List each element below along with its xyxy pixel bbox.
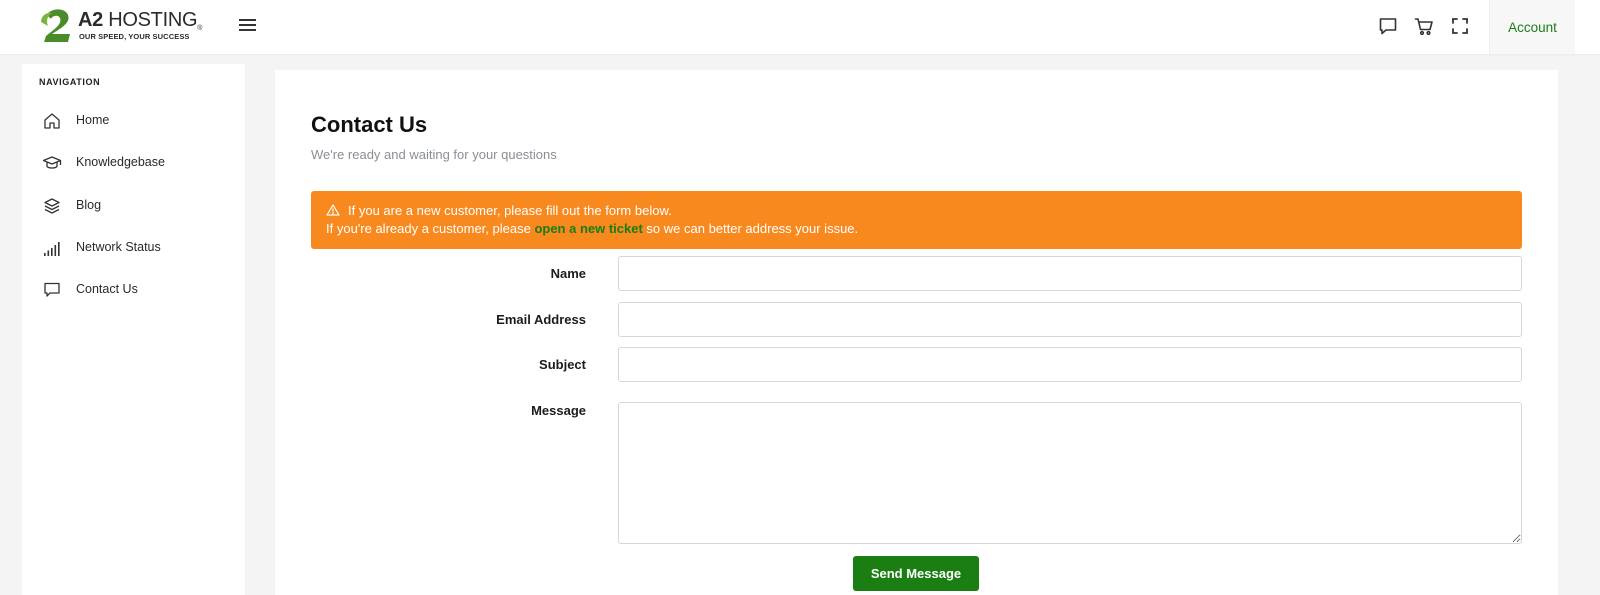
chat-icon	[42, 280, 62, 300]
email-input[interactable]	[618, 302, 1522, 337]
home-icon	[42, 111, 62, 131]
graduation-cap-icon	[42, 153, 62, 173]
brand-name: A2 HOSTING®	[78, 9, 202, 32]
page-title: Contact Us	[311, 112, 428, 137]
registered-mark: ®	[197, 25, 203, 32]
brand-logo[interactable]: A2 HOSTING® OUR SPEED, YOUR SUCCESS	[38, 6, 218, 46]
open-ticket-link[interactable]: open a new ticket	[534, 221, 642, 236]
brand-tagline: OUR SPEED, YOUR SUCCESS	[79, 32, 190, 41]
layers-icon	[42, 196, 62, 216]
page-subtitle: We're ready and waiting for your questio…	[311, 147, 557, 162]
sidebar-item-label: Network Status	[76, 240, 161, 254]
signal-bars-icon	[42, 238, 62, 258]
email-label: Email Address	[496, 312, 586, 327]
alert-text-prefix: If you're already a customer, please	[326, 221, 535, 236]
sidebar-item-label: Knowledgebase	[76, 155, 165, 169]
warning-icon	[326, 204, 340, 216]
sidebar-item-network-status[interactable]: Network Status	[22, 231, 245, 265]
message-textarea[interactable]	[618, 402, 1522, 544]
cart-icon[interactable]	[1413, 15, 1435, 37]
top-header: A2 HOSTING® OUR SPEED, YOUR SUCCESS Acco…	[0, 0, 1600, 54]
fullscreen-icon[interactable]	[1449, 15, 1471, 37]
sidebar-item-label: Contact Us	[76, 282, 138, 296]
subject-input[interactable]	[618, 347, 1522, 382]
sidebar-item-label: Blog	[76, 198, 102, 212]
name-label: Name	[550, 266, 586, 281]
brand-name-rest: HOSTING	[102, 9, 198, 31]
sidebar-title: NAVIGATION	[39, 77, 101, 87]
sidebar-item-blog[interactable]: Blog	[22, 189, 245, 223]
message-label: Message	[531, 403, 586, 418]
a2-logo-icon	[41, 9, 70, 43]
alert-text-suffix: so we can better address your issue.	[642, 221, 859, 236]
sidebar-item-knowledgebase[interactable]: Knowledgebase	[22, 146, 245, 180]
new-customer-alert: If you are a new customer, please fill o…	[311, 191, 1522, 249]
account-button[interactable]: Account	[1489, 0, 1575, 54]
send-message-button[interactable]: Send Message	[853, 556, 979, 591]
sidebar: NAVIGATION Home Knowledgebase Blog Netwo…	[22, 64, 245, 595]
sidebar-item-label: Home	[76, 113, 110, 127]
sidebar-item-contact-us[interactable]: Contact Us	[22, 273, 245, 307]
hamburger-menu-icon[interactable]	[238, 16, 258, 36]
name-input[interactable]	[618, 256, 1522, 291]
alert-line-1: If you are a new customer, please fill o…	[326, 203, 672, 218]
sidebar-item-home[interactable]: Home	[22, 104, 245, 138]
chat-icon[interactable]	[1377, 15, 1399, 37]
brand-name-bold: A2	[78, 9, 103, 31]
account-label: Account	[1508, 19, 1557, 35]
alert-line-2: If you're already a customer, please ope…	[326, 221, 858, 236]
alert-message: If you are a new customer, please fill o…	[348, 203, 672, 218]
contact-card: Contact Us We're ready and waiting for y…	[275, 70, 1558, 595]
subject-label: Subject	[539, 357, 586, 372]
